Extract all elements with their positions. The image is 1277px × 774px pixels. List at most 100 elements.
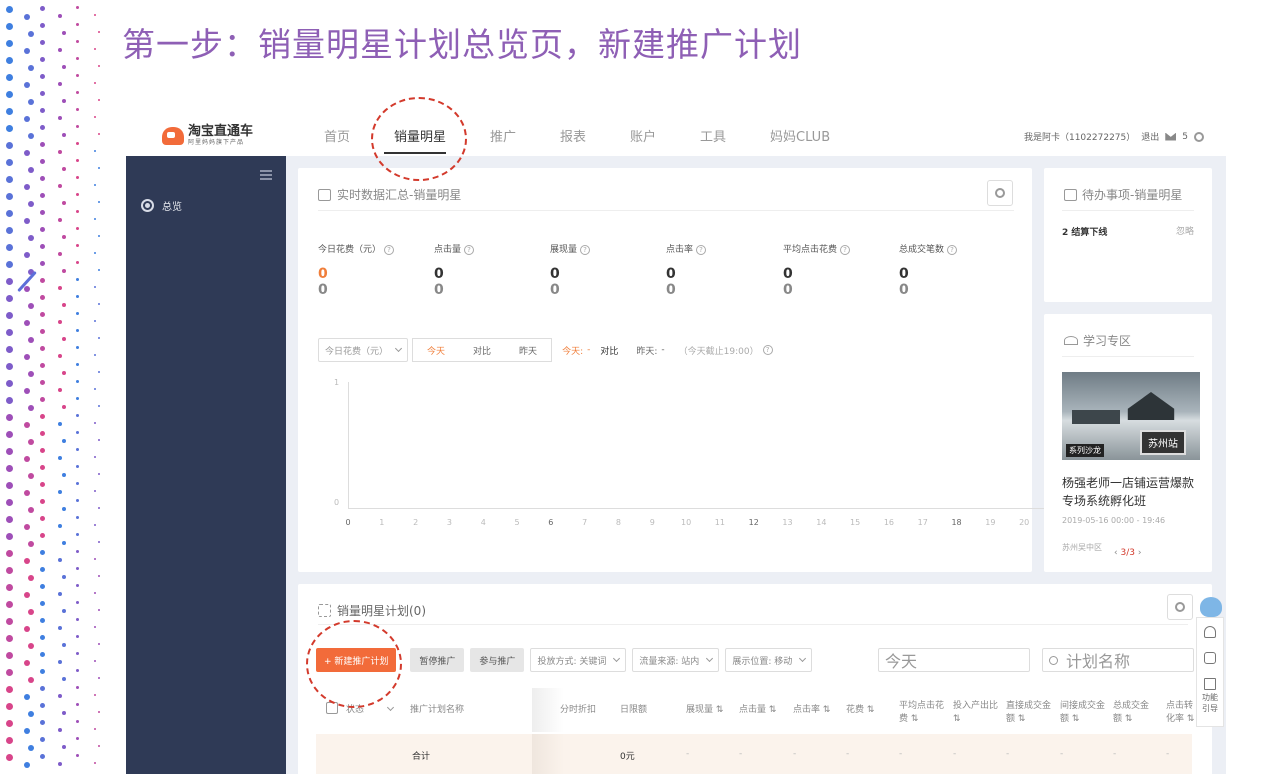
sidebar-item-label: 总览: [162, 202, 182, 213]
chevron-down-icon: [799, 654, 807, 663]
mail-icon[interactable]: [1165, 132, 1177, 141]
metric-select[interactable]: 今日花费（元）: [318, 338, 409, 362]
pager-next-icon[interactable]: ›: [1135, 548, 1142, 558]
nav-tools[interactable]: 工具: [700, 126, 726, 145]
segment-yesterday[interactable]: 昨天: [505, 344, 551, 357]
decorative-dot: [6, 414, 13, 421]
decorative-dot: [58, 48, 62, 52]
decorative-dot: [6, 57, 13, 64]
plans-settings-button[interactable]: [1167, 594, 1193, 620]
sidebar-item-overview[interactable]: 总览: [141, 198, 182, 213]
date-picker[interactable]: 今天: [878, 648, 1030, 672]
course-headline[interactable]: 杨强老师一店铺运营爆款专场系统孵化班: [1062, 474, 1204, 510]
logout-link[interactable]: 退出: [1141, 130, 1159, 143]
decorative-dot: [94, 592, 96, 594]
todo-title: 待办事项-销量明星: [1064, 186, 1182, 203]
chat-icon[interactable]: [1204, 652, 1216, 664]
filter-position[interactable]: 展示位置: 移动: [725, 648, 813, 672]
help-icon[interactable]: ?: [696, 245, 707, 255]
pause-button[interactable]: 暂停推广: [410, 648, 465, 672]
course-image[interactable]: 系列沙龙 苏州站: [1062, 372, 1200, 460]
decorative-dot: [58, 82, 62, 86]
col-clicks[interactable]: 点击量 ⇅: [739, 704, 776, 717]
segment-today[interactable]: 今天: [413, 344, 459, 357]
decorative-dot: [98, 133, 100, 135]
nav-account[interactable]: 账户: [630, 126, 656, 145]
globe-icon[interactable]: [1194, 131, 1204, 142]
join-button[interactable]: 参与推广: [470, 648, 525, 672]
help-icon[interactable]: ?: [384, 245, 395, 255]
decorative-dot: [6, 329, 13, 336]
help-icon[interactable]: ?: [464, 245, 475, 255]
metric-4: 平均点击花费? 0 0: [783, 242, 851, 298]
help-icon[interactable]: ?: [762, 345, 773, 355]
decorative-dot: [28, 31, 34, 37]
decorative-dot: [98, 745, 100, 747]
decorative-dot: [6, 516, 13, 523]
col-cost[interactable]: 花费 ⇅: [846, 704, 874, 717]
nav-promote[interactable]: 推广: [490, 126, 516, 145]
decorative-dot: [76, 720, 79, 723]
decorative-dot: [94, 184, 96, 186]
metric-label: 点击量: [434, 245, 462, 255]
side-toolbar: 功能引导: [1196, 617, 1224, 727]
decorative-dot: [6, 244, 13, 251]
decorative-dot: [98, 473, 100, 475]
slide-title: 第一步：销量明星计划总览页，新建推广计划: [122, 25, 802, 64]
segment-compare[interactable]: 对比: [459, 344, 505, 357]
decorative-dot: [24, 762, 30, 768]
help-icon[interactable]: ?: [580, 245, 591, 255]
decorative-dot: [94, 388, 96, 390]
logo[interactable]: 淘宝直通车 阿里妈妈旗下产品: [162, 124, 253, 148]
col-ctr[interactable]: 点击率 ⇅: [793, 704, 830, 717]
plan-search-input[interactable]: 计划名称: [1042, 648, 1194, 672]
decorative-dot: [98, 235, 100, 237]
nav-home[interactable]: 首页: [324, 126, 350, 145]
col-roi[interactable]: 投入产出比 ⇅: [953, 700, 1003, 726]
metric-label: 今日花费（元）: [318, 245, 382, 255]
decorative-dot: [24, 48, 30, 54]
collapse-menu-icon[interactable]: [260, 170, 272, 180]
filter-delivery[interactable]: 投放方式: 关键词: [530, 648, 627, 672]
col-avg-cpc[interactable]: 平均点击花费 ⇅: [899, 700, 949, 726]
metric-compare-value: 0: [899, 282, 909, 298]
col-impressions[interactable]: 展现量 ⇅: [686, 704, 723, 717]
decorative-dot: [58, 558, 62, 562]
decorative-dot: [58, 286, 62, 290]
decorative-dot: [76, 312, 79, 315]
book-icon[interactable]: [1204, 678, 1216, 690]
chart-filter-row: 今日花费（元） 今天 对比 昨天 今天: - 对比 昨天: - （今天截止19:…: [318, 338, 773, 362]
x-tick-label: 13: [782, 518, 793, 527]
user-name[interactable]: 我是阿卡（1102272275）: [1024, 130, 1135, 143]
col-conversion[interactable]: 点击转化率 ⇅: [1166, 700, 1196, 728]
decorative-dot: [76, 754, 79, 757]
decorative-dot: [40, 737, 45, 742]
course-tag-series: 系列沙龙: [1066, 444, 1104, 457]
decorative-dot: [62, 99, 66, 103]
col-indirect-gmv[interactable]: 间接成交金额 ⇅: [1060, 700, 1110, 726]
col-direct-gmv[interactable]: 直接成交金额 ⇅: [1006, 700, 1056, 726]
help-icon[interactable]: ?: [840, 245, 851, 255]
x-tick-label: 14: [816, 518, 827, 527]
clipboard-icon: [1064, 189, 1077, 201]
assistant-bird-icon[interactable]: [1200, 597, 1222, 617]
todo-ignore[interactable]: 忽略: [1176, 224, 1194, 237]
decorative-dot: [6, 669, 13, 676]
bell-icon[interactable]: [1204, 626, 1216, 638]
col-total-gmv[interactable]: 总成交金额 ⇅: [1113, 700, 1157, 726]
help-icon[interactable]: ?: [947, 245, 958, 255]
decorative-dot: [76, 482, 79, 485]
decorative-dot: [94, 14, 96, 16]
realtime-settings-button[interactable]: [987, 180, 1013, 206]
todo-item[interactable]: 2 结算下线: [1062, 225, 1107, 238]
nav-reports[interactable]: 报表: [560, 126, 586, 145]
decorative-dot: [40, 482, 45, 487]
nav-mama-club[interactable]: 妈妈CLUB: [770, 126, 830, 145]
divider: [318, 210, 1014, 211]
guide-label[interactable]: 功能引导: [1200, 692, 1220, 714]
decorative-dot: [40, 499, 45, 504]
decorative-dot: [24, 286, 30, 292]
status-chevron-icon[interactable]: [386, 702, 395, 715]
filter-traffic[interactable]: 流量来源: 站内: [632, 648, 720, 672]
legend-yesterday-value: -: [661, 345, 665, 355]
